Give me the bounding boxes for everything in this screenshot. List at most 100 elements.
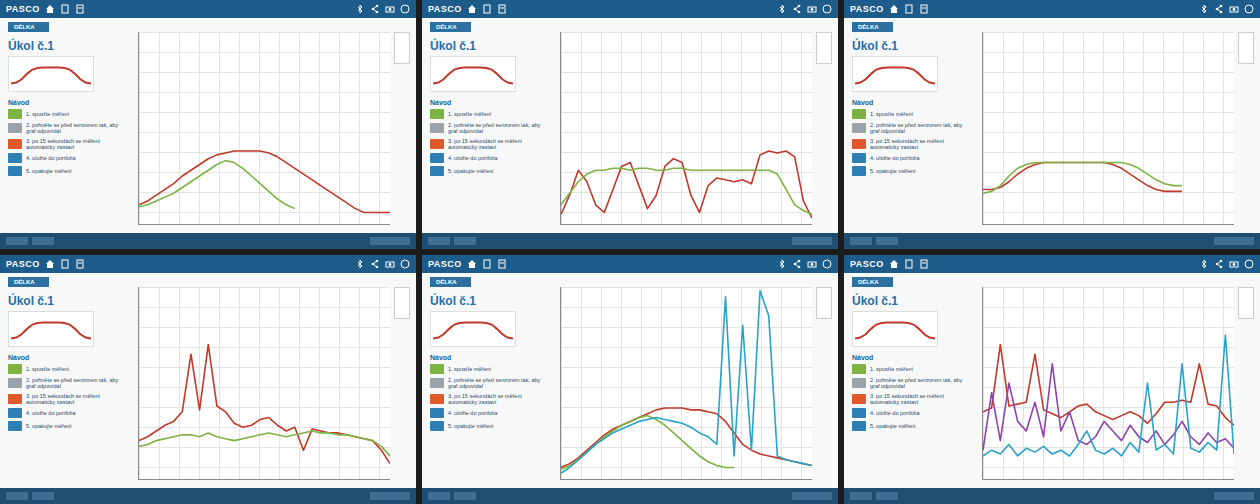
page-button[interactable] (6, 492, 28, 500)
help-icon[interactable] (400, 4, 410, 14)
page-nav[interactable] (792, 492, 832, 500)
home-icon[interactable] (467, 4, 477, 14)
camera-icon[interactable] (385, 259, 395, 269)
step-icon[interactable] (852, 139, 866, 149)
graph-controls[interactable] (816, 287, 832, 319)
document-icon[interactable] (482, 4, 492, 14)
step-icon[interactable] (852, 166, 866, 176)
step-icon[interactable] (8, 123, 22, 133)
help-icon[interactable] (400, 259, 410, 269)
bluetooth-icon[interactable] (1199, 259, 1209, 269)
step-icon[interactable] (8, 408, 22, 418)
step-icon[interactable] (852, 153, 866, 163)
page-nav[interactable] (370, 492, 410, 500)
step-icon[interactable] (430, 421, 444, 431)
step-icon[interactable] (8, 364, 22, 374)
measure-tab[interactable]: DÉLKA (8, 277, 49, 287)
step-icon[interactable] (8, 109, 22, 119)
measure-tab[interactable]: DÉLKA (852, 277, 893, 287)
step-icon[interactable] (430, 378, 444, 388)
page-button[interactable] (32, 237, 54, 245)
pasco-logo[interactable]: PASCO (428, 4, 462, 14)
graph-controls[interactable] (1238, 32, 1254, 64)
pasco-logo[interactable]: PASCO (6, 259, 40, 269)
graph-plot[interactable] (560, 287, 812, 480)
share-icon[interactable] (792, 4, 802, 14)
graph-controls[interactable] (394, 32, 410, 64)
bluetooth-icon[interactable] (355, 259, 365, 269)
pasco-logo[interactable]: PASCO (6, 4, 40, 14)
page-button[interactable] (876, 237, 898, 245)
camera-icon[interactable] (1229, 4, 1239, 14)
share-icon[interactable] (1214, 4, 1224, 14)
camera-icon[interactable] (385, 4, 395, 14)
step-icon[interactable] (8, 153, 22, 163)
page-button[interactable] (850, 237, 872, 245)
graph-controls[interactable] (1238, 287, 1254, 319)
step-icon[interactable] (430, 123, 444, 133)
page-button[interactable] (428, 237, 450, 245)
page-button[interactable] (454, 237, 476, 245)
page-button[interactable] (32, 492, 54, 500)
save-icon[interactable] (497, 259, 507, 269)
page-nav[interactable] (370, 237, 410, 245)
home-icon[interactable] (889, 4, 899, 14)
step-icon[interactable] (430, 153, 444, 163)
home-icon[interactable] (45, 259, 55, 269)
step-icon[interactable] (852, 364, 866, 374)
document-icon[interactable] (60, 4, 70, 14)
share-icon[interactable] (1214, 259, 1224, 269)
pasco-logo[interactable]: PASCO (428, 259, 462, 269)
document-icon[interactable] (60, 259, 70, 269)
step-icon[interactable] (852, 378, 866, 388)
document-icon[interactable] (482, 259, 492, 269)
step-icon[interactable] (8, 421, 22, 431)
page-nav[interactable] (1214, 492, 1254, 500)
step-icon[interactable] (8, 378, 22, 388)
page-nav[interactable] (792, 237, 832, 245)
measure-tab[interactable]: DÉLKA (430, 277, 471, 287)
save-icon[interactable] (919, 259, 929, 269)
save-icon[interactable] (75, 259, 85, 269)
help-icon[interactable] (822, 259, 832, 269)
graph-plot[interactable] (982, 287, 1234, 480)
pasco-logo[interactable]: PASCO (850, 4, 884, 14)
home-icon[interactable] (45, 4, 55, 14)
step-icon[interactable] (430, 166, 444, 176)
bluetooth-icon[interactable] (777, 4, 787, 14)
bluetooth-icon[interactable] (777, 259, 787, 269)
share-icon[interactable] (370, 259, 380, 269)
step-icon[interactable] (852, 408, 866, 418)
step-icon[interactable] (430, 364, 444, 374)
graph-controls[interactable] (816, 32, 832, 64)
pasco-logo[interactable]: PASCO (850, 259, 884, 269)
step-icon[interactable] (852, 394, 866, 404)
graph-plot[interactable] (138, 32, 390, 225)
home-icon[interactable] (889, 259, 899, 269)
help-icon[interactable] (1244, 4, 1254, 14)
step-icon[interactable] (8, 139, 22, 149)
measure-tab[interactable]: DÉLKA (8, 22, 49, 32)
share-icon[interactable] (370, 4, 380, 14)
measure-tab[interactable]: DÉLKA (430, 22, 471, 32)
step-icon[interactable] (852, 109, 866, 119)
step-icon[interactable] (430, 139, 444, 149)
bluetooth-icon[interactable] (1199, 4, 1209, 14)
page-button[interactable] (6, 237, 28, 245)
step-icon[interactable] (852, 421, 866, 431)
camera-icon[interactable] (807, 259, 817, 269)
camera-icon[interactable] (1229, 259, 1239, 269)
graph-plot[interactable] (138, 287, 390, 480)
share-icon[interactable] (792, 259, 802, 269)
camera-icon[interactable] (807, 4, 817, 14)
step-icon[interactable] (8, 394, 22, 404)
graph-controls[interactable] (394, 287, 410, 319)
save-icon[interactable] (497, 4, 507, 14)
document-icon[interactable] (904, 259, 914, 269)
page-button[interactable] (428, 492, 450, 500)
help-icon[interactable] (1244, 259, 1254, 269)
step-icon[interactable] (8, 166, 22, 176)
graph-plot[interactable] (560, 32, 812, 225)
page-button[interactable] (876, 492, 898, 500)
save-icon[interactable] (919, 4, 929, 14)
